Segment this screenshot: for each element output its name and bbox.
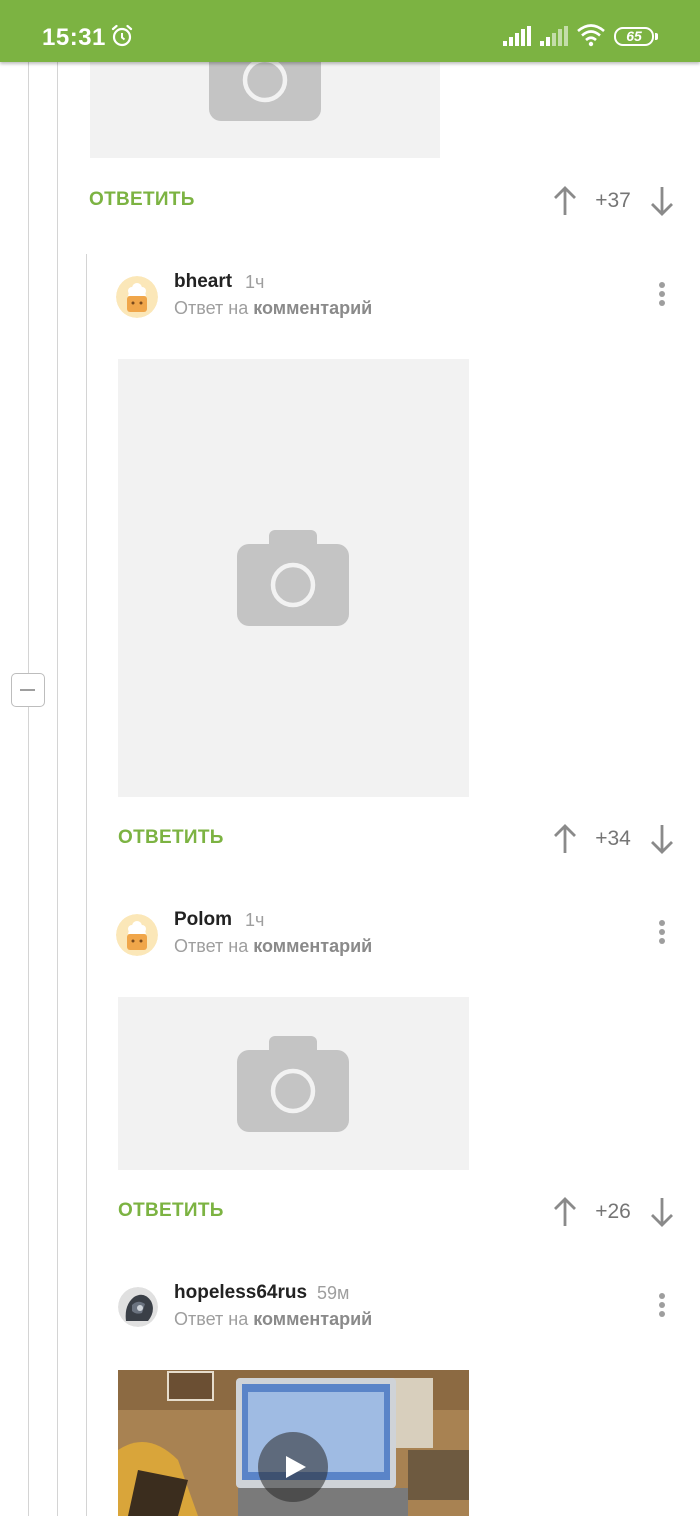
reply-to-line: Ответ на комментарий [174, 298, 372, 319]
reply-to-prefix: Ответ на [174, 298, 249, 318]
arrow-up-icon[interactable] [553, 1197, 577, 1227]
status-time: 15:31 [42, 24, 106, 51]
arrow-up-icon[interactable] [553, 186, 577, 216]
wifi-icon [577, 24, 605, 47]
reply-to-line: Ответ на комментарий [174, 1309, 372, 1330]
comment-author[interactable]: bheart [174, 271, 232, 293]
image-placeholder[interactable] [90, 62, 440, 158]
more-vertical-icon[interactable] [657, 920, 667, 950]
avatar[interactable] [118, 1287, 158, 1327]
reply-to-link[interactable]: комментарий [253, 936, 372, 956]
avatar-image [116, 914, 158, 956]
video-thumbnail[interactable] [118, 1370, 469, 1516]
vote-score: +26 [595, 1200, 631, 1223]
comment-time: 1ч [245, 910, 265, 930]
thread-line [28, 707, 29, 1516]
comment-author[interactable]: hopeless64rus [174, 1282, 307, 1304]
vote-score: +34 [595, 827, 631, 850]
battery-indicator: 65 [614, 27, 658, 46]
play-icon [286, 1456, 306, 1478]
vote-score: +37 [595, 189, 631, 212]
avatar-image [118, 1287, 158, 1327]
more-vertical-icon[interactable] [657, 1293, 667, 1323]
arrow-down-icon[interactable] [650, 186, 674, 216]
thread-line [57, 62, 58, 1516]
reply-to-prefix: Ответ на [174, 936, 249, 956]
image-placeholder[interactable] [118, 997, 469, 1170]
camera-icon [237, 530, 349, 626]
arrow-up-icon[interactable] [553, 824, 577, 854]
reply-button[interactable]: ОТВЕТИТЬ [118, 827, 224, 849]
thread-line [86, 254, 87, 1516]
cell-signal-icon [503, 26, 531, 46]
arrow-down-icon[interactable] [650, 824, 674, 854]
status-bar: 15:31 65 [0, 0, 700, 62]
play-button[interactable] [258, 1432, 328, 1502]
avatar[interactable] [116, 914, 158, 956]
camera-icon [237, 1036, 349, 1132]
comment-time: 59м [317, 1283, 350, 1303]
camera-icon [209, 62, 321, 121]
more-vertical-icon[interactable] [657, 282, 667, 312]
reply-button[interactable]: ОТВЕТИТЬ [118, 1200, 224, 1222]
thread-line [28, 62, 29, 673]
cell-signal-icon-2 [540, 26, 568, 46]
image-placeholder[interactable] [118, 359, 469, 797]
reply-button[interactable]: ОТВЕТИТЬ [89, 189, 195, 211]
alarm-clock-icon [111, 24, 133, 47]
comment-author[interactable]: Polom [174, 909, 232, 931]
battery-level: 65 [626, 28, 642, 44]
reply-to-prefix: Ответ на [174, 1309, 249, 1329]
avatar[interactable] [116, 276, 158, 318]
collapse-thread-button[interactable] [11, 673, 45, 707]
avatar-image [116, 276, 158, 318]
reply-to-line: Ответ на комментарий [174, 936, 372, 957]
reply-to-link[interactable]: комментарий [253, 1309, 372, 1329]
comment-time: 1ч [245, 272, 265, 292]
reply-to-link[interactable]: комментарий [253, 298, 372, 318]
arrow-down-icon[interactable] [650, 1197, 674, 1227]
